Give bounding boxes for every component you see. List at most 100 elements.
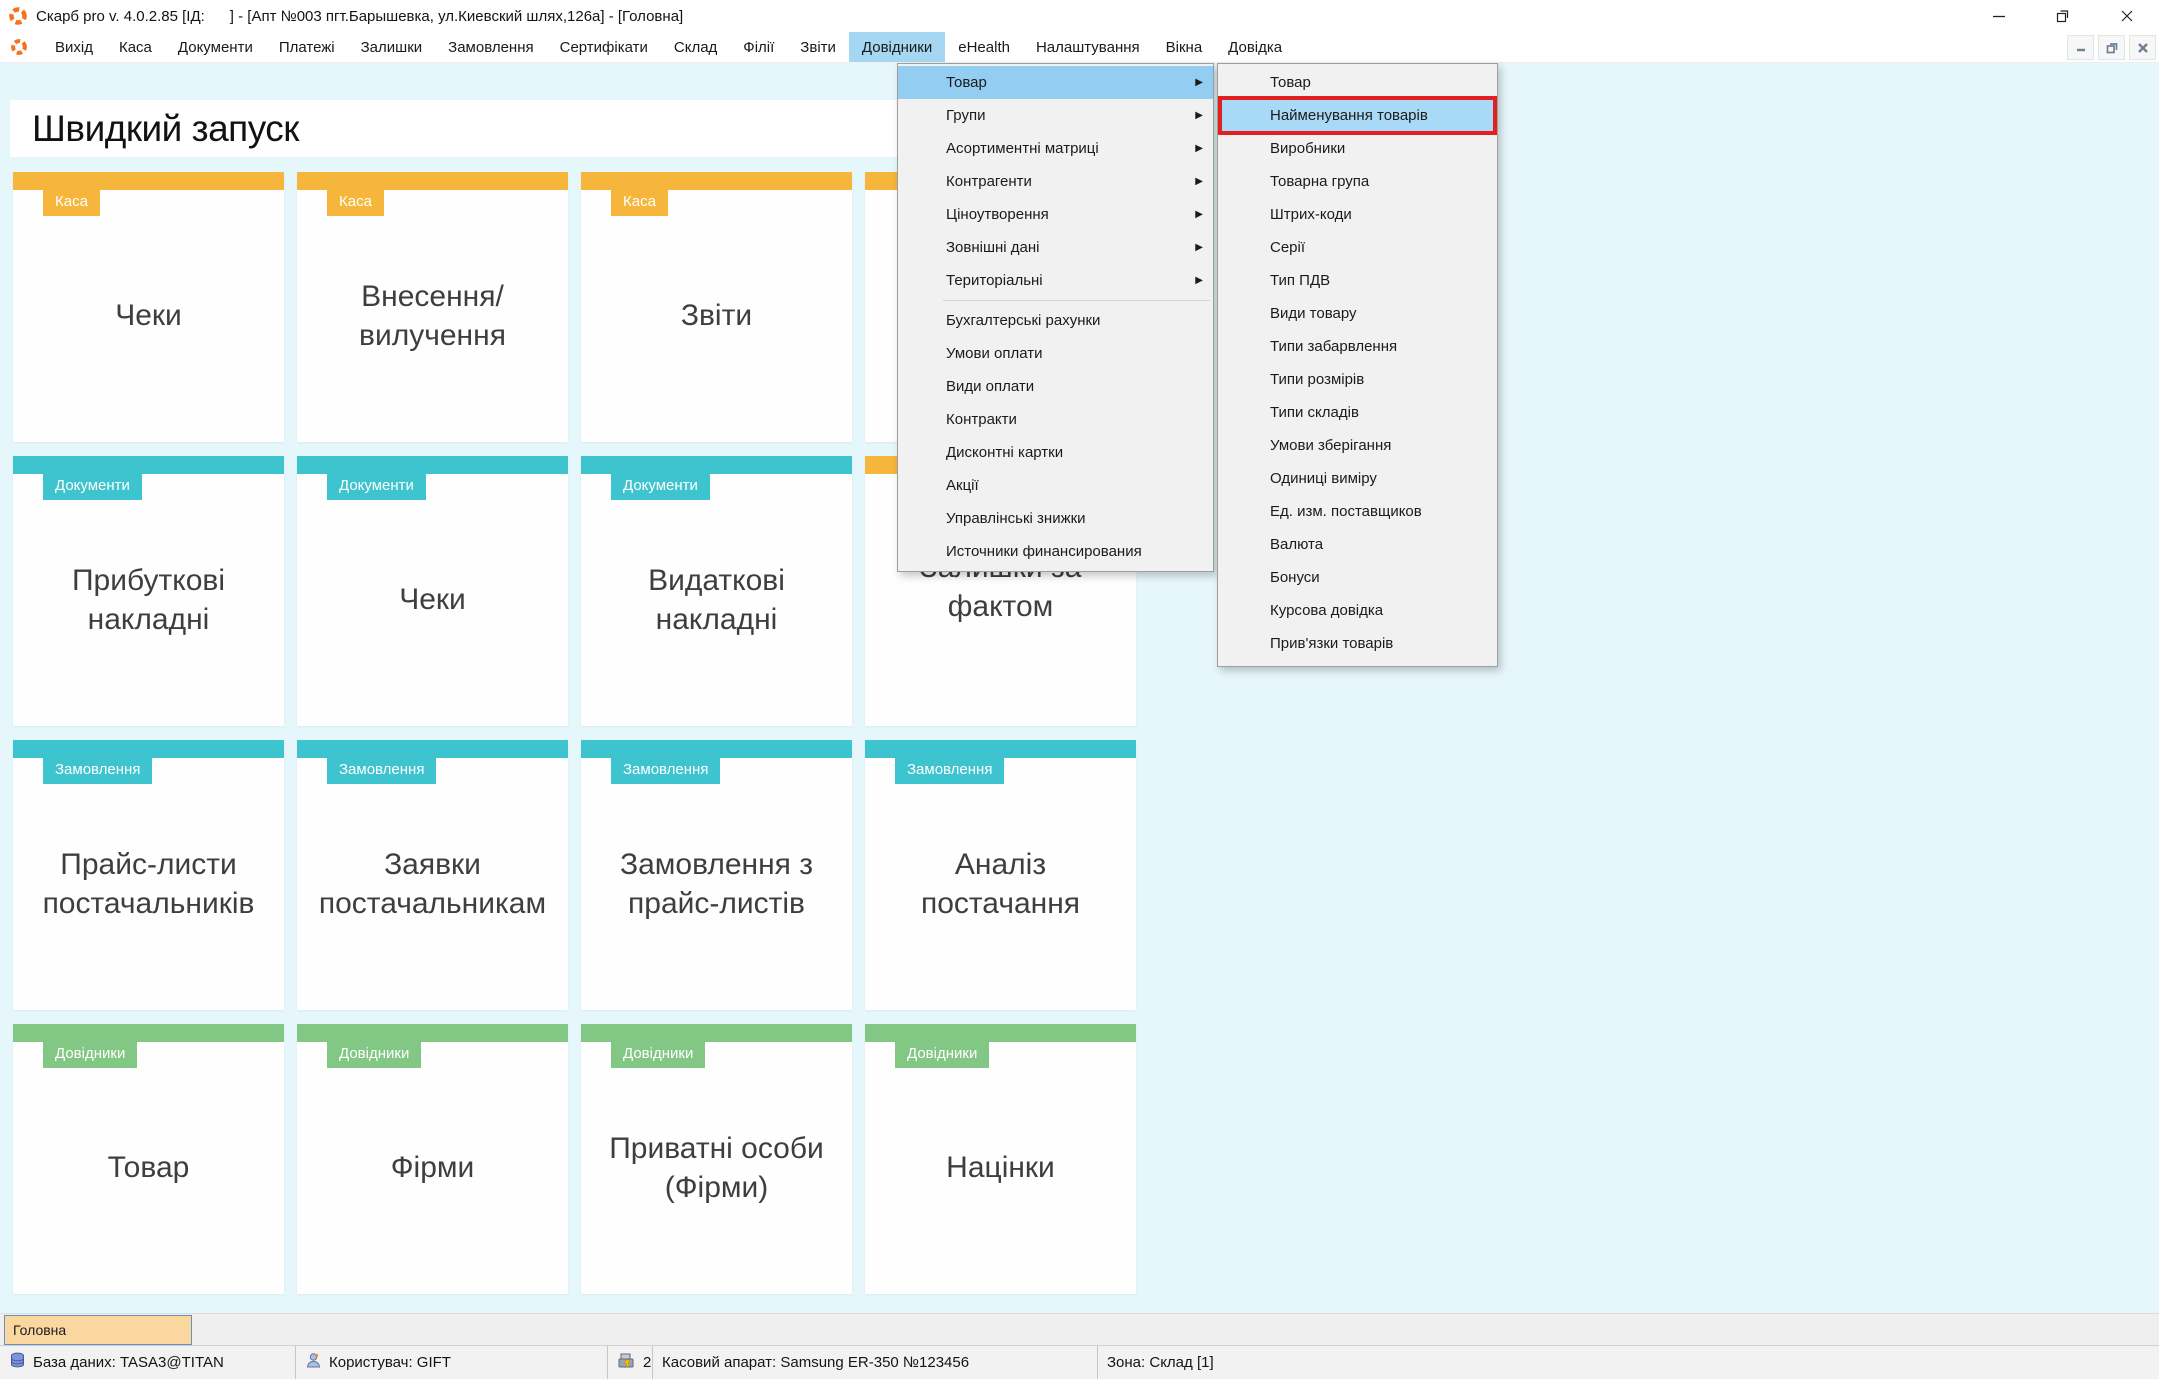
menu-item-label: Найменування товарів (1270, 107, 1428, 124)
statusbar-segment: Користувач: GIFT (296, 1346, 608, 1379)
tile-category-strip (297, 172, 568, 190)
quick-launch-tile[interactable]: ДокументиВидаткові накладні (581, 456, 852, 726)
app-logo-icon-small (10, 38, 28, 56)
menubar-item[interactable]: Вікна (1153, 32, 1216, 62)
tile-category-badge: Документи (43, 474, 142, 500)
menubar-item[interactable]: Звіти (787, 32, 849, 62)
statusbar-segment: Касовий апарат: Samsung ER-350 №123456 (653, 1346, 1098, 1379)
menubar-item[interactable]: Замовлення (435, 32, 546, 62)
menubar-item[interactable]: Склад (661, 32, 730, 62)
restore-icon (2054, 7, 2072, 25)
menubar-item[interactable]: Вихід (42, 32, 106, 62)
submenu-item[interactable]: Товарна група (1218, 165, 1497, 198)
submenu-item[interactable]: Типи забарвлення (1218, 330, 1497, 363)
quick-launch-tile[interactable]: ДовідникиТовар (13, 1024, 284, 1294)
menu-item-label: Умови оплати (946, 345, 1043, 362)
menu-item-label: Групи (946, 107, 985, 124)
quick-launch-tile[interactable]: ЗамовленняЗаявки постачальникам (297, 740, 568, 1010)
dropdown-menu-item[interactable]: Дисконтні картки (898, 436, 1213, 469)
window-close-button[interactable] (2095, 0, 2159, 32)
submenu-item[interactable]: Одиниці виміру (1218, 462, 1497, 495)
dropdown-menu-item[interactable]: Контракти (898, 403, 1213, 436)
submenu-item[interactable]: Тип ПДВ (1218, 264, 1497, 297)
quick-launch-tile[interactable]: ДовідникиФірми (297, 1024, 568, 1294)
submenu-item[interactable]: Виробники (1218, 132, 1497, 165)
menu-item-label: Виробники (1270, 140, 1345, 157)
restore-icon (2105, 41, 2119, 55)
submenu-item[interactable]: Види товару (1218, 297, 1497, 330)
menu-item-label: Одиниці виміру (1270, 470, 1377, 487)
quick-launch-tile[interactable]: КасаВнесення/вилучення (297, 172, 568, 442)
submenu-item[interactable]: Типи складів (1218, 396, 1497, 429)
submenu-item[interactable]: Типи розмірів (1218, 363, 1497, 396)
submenu-item[interactable]: Умови зберігання (1218, 429, 1497, 462)
menubar-item[interactable]: Документи (165, 32, 266, 62)
quick-launch-tile[interactable]: ДокументиЧеки (297, 456, 568, 726)
dropdown-menu-item[interactable]: Контрагенти▶ (898, 165, 1213, 198)
menubar-item[interactable]: Налаштування (1023, 32, 1153, 62)
window-minimize-button[interactable] (1967, 0, 2031, 32)
menubar-item[interactable]: Платежі (266, 32, 348, 62)
quick-launch-tile[interactable]: ДовідникиПриватні особи (Фірми) (581, 1024, 852, 1294)
menu-item-label: Види товару (1270, 305, 1357, 322)
menubar-item[interactable]: Залишки (348, 32, 436, 62)
dropdown-menu-item[interactable]: Умови оплати (898, 337, 1213, 370)
submenu-item[interactable]: Найменування товарів (1218, 96, 1497, 135)
menu-item-label: Акції (946, 477, 979, 494)
menu-item-label: Товар (1270, 74, 1311, 91)
quick-launch-tile[interactable]: ЗамовленняПрайс-листи постачальників (13, 740, 284, 1010)
dropdown-menu-item[interactable]: Товар▶ (898, 66, 1213, 99)
dropdown-menu-item[interactable]: Види оплати (898, 370, 1213, 403)
quick-launch-tile[interactable]: ДовідникиНацінки (865, 1024, 1136, 1294)
menubar-item[interactable]: Сертифікати (547, 32, 661, 62)
submenu-item[interactable]: Валюта (1218, 528, 1497, 561)
dropdown-menu-item[interactable]: Територіальні▶ (898, 264, 1213, 297)
quick-launch-tile[interactable]: КасаЧеки (13, 172, 284, 442)
dropdown-menu-item[interactable]: Акції (898, 469, 1213, 502)
quick-launch-tile[interactable]: ДокументиПрибуткові накладні (13, 456, 284, 726)
tab-home[interactable]: Головна (4, 1315, 192, 1345)
dropdown-menu-item[interactable]: Бухгалтерські рахунки (898, 304, 1213, 337)
menubar-item[interactable]: eHealth (945, 32, 1023, 62)
window-restore-button[interactable] (2031, 0, 2095, 32)
mdi-close-button[interactable] (2129, 35, 2156, 60)
quick-launch-tile[interactable]: ЗамовленняАналіз постачання (865, 740, 1136, 1010)
dropdown-menu-item[interactable]: Ціноутворення▶ (898, 198, 1213, 231)
menu-item-label: Штрих-коди (1270, 206, 1352, 223)
submenu-item[interactable]: Товар (1218, 66, 1497, 99)
mdi-minimize-button[interactable] (2067, 35, 2094, 60)
menubar-item[interactable]: Філії (730, 32, 787, 62)
statusbar-segment: 2 (608, 1346, 653, 1379)
dropdown-menu-item[interactable]: Источники финансирования (898, 535, 1213, 568)
dropdown-menu-item[interactable]: Асортиментні матриці▶ (898, 132, 1213, 165)
dropdown-menu-item[interactable]: Зовнішні дані▶ (898, 231, 1213, 264)
submenu-item[interactable]: Серії (1218, 231, 1497, 264)
dropdown-menu-item[interactable]: Групи▶ (898, 99, 1213, 132)
submenu-item[interactable]: Бонуси (1218, 561, 1497, 594)
statusbar-text: База даних: TASA3@TITAN (33, 1354, 224, 1371)
tile-label: Чеки (297, 500, 568, 727)
menubar-item[interactable]: Довідка (1215, 32, 1295, 62)
dovidnyky-dropdown-menu: Товар▶Групи▶Асортиментні матриці▶Контраг… (897, 63, 1214, 572)
status-bar: База даних: TASA3@TITAN Користувач: GIFT2… (0, 1345, 2159, 1379)
tile-category-badge: Довідники (895, 1042, 989, 1068)
tile-label: Націнки (865, 1068, 1136, 1295)
submenu-item[interactable]: Ед. изм. поставщиков (1218, 495, 1497, 528)
tile-category-badge: Каса (327, 190, 384, 216)
tile-label: Чеки (13, 216, 284, 443)
quick-launch-tile[interactable]: КасаЗвіти (581, 172, 852, 442)
menu-item-label: Управлінські знижки (946, 510, 1086, 527)
submenu-item[interactable]: Курсова довідка (1218, 594, 1497, 627)
mdi-restore-button[interactable] (2098, 35, 2125, 60)
menu-item-label: Типи складів (1270, 404, 1359, 421)
close-icon (2136, 41, 2150, 55)
quick-launch-tile[interactable]: ЗамовленняЗамовлення з прайс-листів (581, 740, 852, 1010)
submenu-arrow-icon: ▶ (1195, 176, 1203, 187)
tile-label: Замовлення з прайс-листів (581, 784, 852, 1011)
submenu-item[interactable]: Штрих-коди (1218, 198, 1497, 231)
submenu-item[interactable]: Прив'язки товарів (1218, 627, 1497, 660)
menubar-item[interactable]: Каса (106, 32, 165, 62)
tile-category-badge: Документи (611, 474, 710, 500)
dropdown-menu-item[interactable]: Управлінські знижки (898, 502, 1213, 535)
menubar-item[interactable]: Довідники (849, 32, 945, 62)
